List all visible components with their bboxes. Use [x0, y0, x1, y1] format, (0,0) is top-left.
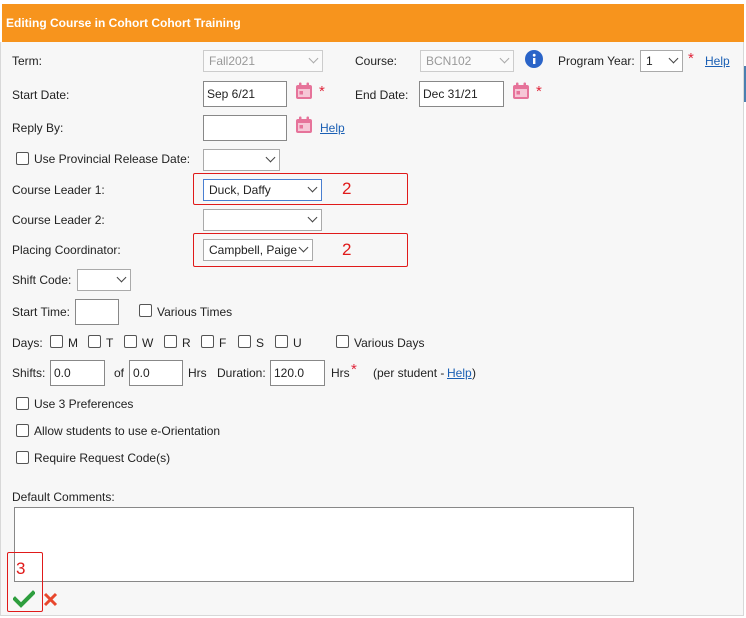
x-icon[interactable]	[43, 592, 58, 607]
day-checkbox-f[interactable]	[201, 335, 214, 348]
program-year-value: 1	[646, 54, 653, 68]
request-code-label: Require Request Code(s)	[34, 451, 171, 465]
end-date-label: End Date:	[355, 88, 409, 102]
various-times-label: Various Times	[157, 305, 233, 319]
day-label-f: F	[219, 336, 227, 350]
default-comments-label: Default Comments:	[12, 490, 115, 504]
reply-by-label: Reply By:	[12, 121, 64, 135]
day-label-s: S	[256, 336, 265, 350]
use-3-preferences-checkbox[interactable]	[16, 397, 29, 410]
annotation-number: 3	[16, 559, 26, 578]
placing-coordinator-label: Placing Coordinator:	[12, 243, 121, 257]
days-label: Days:	[12, 336, 43, 350]
shift-code-label: Shift Code:	[12, 273, 72, 287]
use-release-date-label: Use Provincial Release Date:	[34, 152, 191, 166]
default-comments-textarea[interactable]	[14, 507, 634, 582]
hrs-label: Hrs	[188, 366, 207, 380]
day-label-r: R	[182, 336, 191, 350]
day-label-t: T	[106, 336, 114, 350]
shifts-label: Shifts:	[12, 366, 46, 380]
day-label-w: W	[142, 336, 154, 350]
various-days-label: Various Days	[354, 336, 425, 350]
day-checkbox-u[interactable]	[275, 335, 288, 348]
required-mark: *	[688, 50, 694, 67]
chevron-down-icon	[308, 53, 319, 64]
course-label: Course:	[355, 54, 398, 68]
annotation-number: 2	[342, 240, 352, 259]
start-date-input[interactable]: Sep 6/21	[203, 81, 287, 107]
reply-by-input[interactable]	[203, 115, 287, 141]
per-student-suffix: )	[472, 366, 476, 380]
calendar-icon[interactable]	[512, 82, 530, 100]
day-checkbox-s[interactable]	[238, 335, 251, 348]
term-label: Term:	[12, 54, 42, 68]
per-student-help-link[interactable]: Help	[447, 366, 472, 380]
program-year-select[interactable]: 1	[640, 50, 683, 72]
day-checkbox-w[interactable]	[124, 335, 137, 348]
duration-input[interactable]: 120.0	[270, 360, 325, 386]
shifts-input[interactable]: 0.0	[50, 360, 105, 386]
start-time-label: Start Time:	[12, 305, 71, 319]
required-mark: *	[536, 83, 542, 100]
term-select-value: Fall2021	[209, 54, 256, 68]
various-days-checkbox[interactable]	[336, 335, 349, 348]
e-orientation-label: Allow students to use e-Orientation	[34, 424, 221, 438]
use-3-preferences-label: Use 3 Preferences	[34, 397, 134, 411]
shift-code-select[interactable]	[77, 269, 131, 291]
release-date-select[interactable]	[203, 149, 280, 171]
chevron-down-icon	[499, 53, 510, 64]
day-checkbox-t[interactable]	[88, 335, 101, 348]
chevron-down-icon	[265, 152, 276, 163]
term-select[interactable]: Fall2021	[203, 50, 323, 72]
course-leader2-select[interactable]	[203, 209, 322, 231]
dialog-title: Editing Course in Cohort Cohort Training	[2, 4, 744, 42]
start-time-input[interactable]	[75, 299, 119, 325]
required-mark: *	[351, 361, 357, 378]
day-checkbox-r[interactable]	[164, 335, 177, 348]
chevron-down-icon	[668, 53, 679, 64]
end-date-input[interactable]: Dec 31/21	[419, 81, 504, 107]
chevron-down-icon	[307, 212, 318, 223]
per-student-prefix: (per student -	[373, 366, 445, 380]
help-link[interactable]: Help	[705, 54, 730, 68]
reply-by-help-link[interactable]: Help	[320, 121, 345, 135]
use-release-date-checkbox[interactable]	[16, 152, 29, 165]
program-year-label: Program Year:	[558, 54, 635, 68]
annotation-number: 2	[342, 179, 352, 198]
checkmark-icon[interactable]	[13, 590, 35, 608]
day-label-m: M	[68, 336, 78, 350]
annotation-box	[193, 233, 408, 267]
course-leader1-label: Course Leader 1:	[12, 183, 105, 197]
day-checkbox-m[interactable]	[50, 335, 63, 348]
request-code-checkbox[interactable]	[16, 451, 29, 464]
start-date-label: Start Date:	[12, 88, 70, 102]
chevron-down-icon	[116, 272, 127, 283]
annotation-box	[193, 173, 408, 205]
e-orientation-checkbox[interactable]	[16, 424, 29, 437]
required-mark: *	[319, 83, 325, 100]
various-times-checkbox[interactable]	[139, 304, 152, 317]
of-label: of	[114, 366, 125, 380]
course-leader2-label: Course Leader 2:	[12, 213, 105, 227]
calendar-icon[interactable]	[295, 116, 313, 134]
duration-label: Duration:	[217, 366, 266, 380]
info-icon[interactable]	[525, 50, 543, 68]
of-input[interactable]: 0.0	[129, 360, 183, 386]
course-select-value: BCN102	[426, 54, 472, 68]
day-label-u: U	[293, 336, 302, 350]
hrs-label-2: Hrs	[331, 366, 350, 380]
course-select[interactable]: BCN102	[420, 50, 514, 72]
calendar-icon[interactable]	[295, 82, 313, 100]
